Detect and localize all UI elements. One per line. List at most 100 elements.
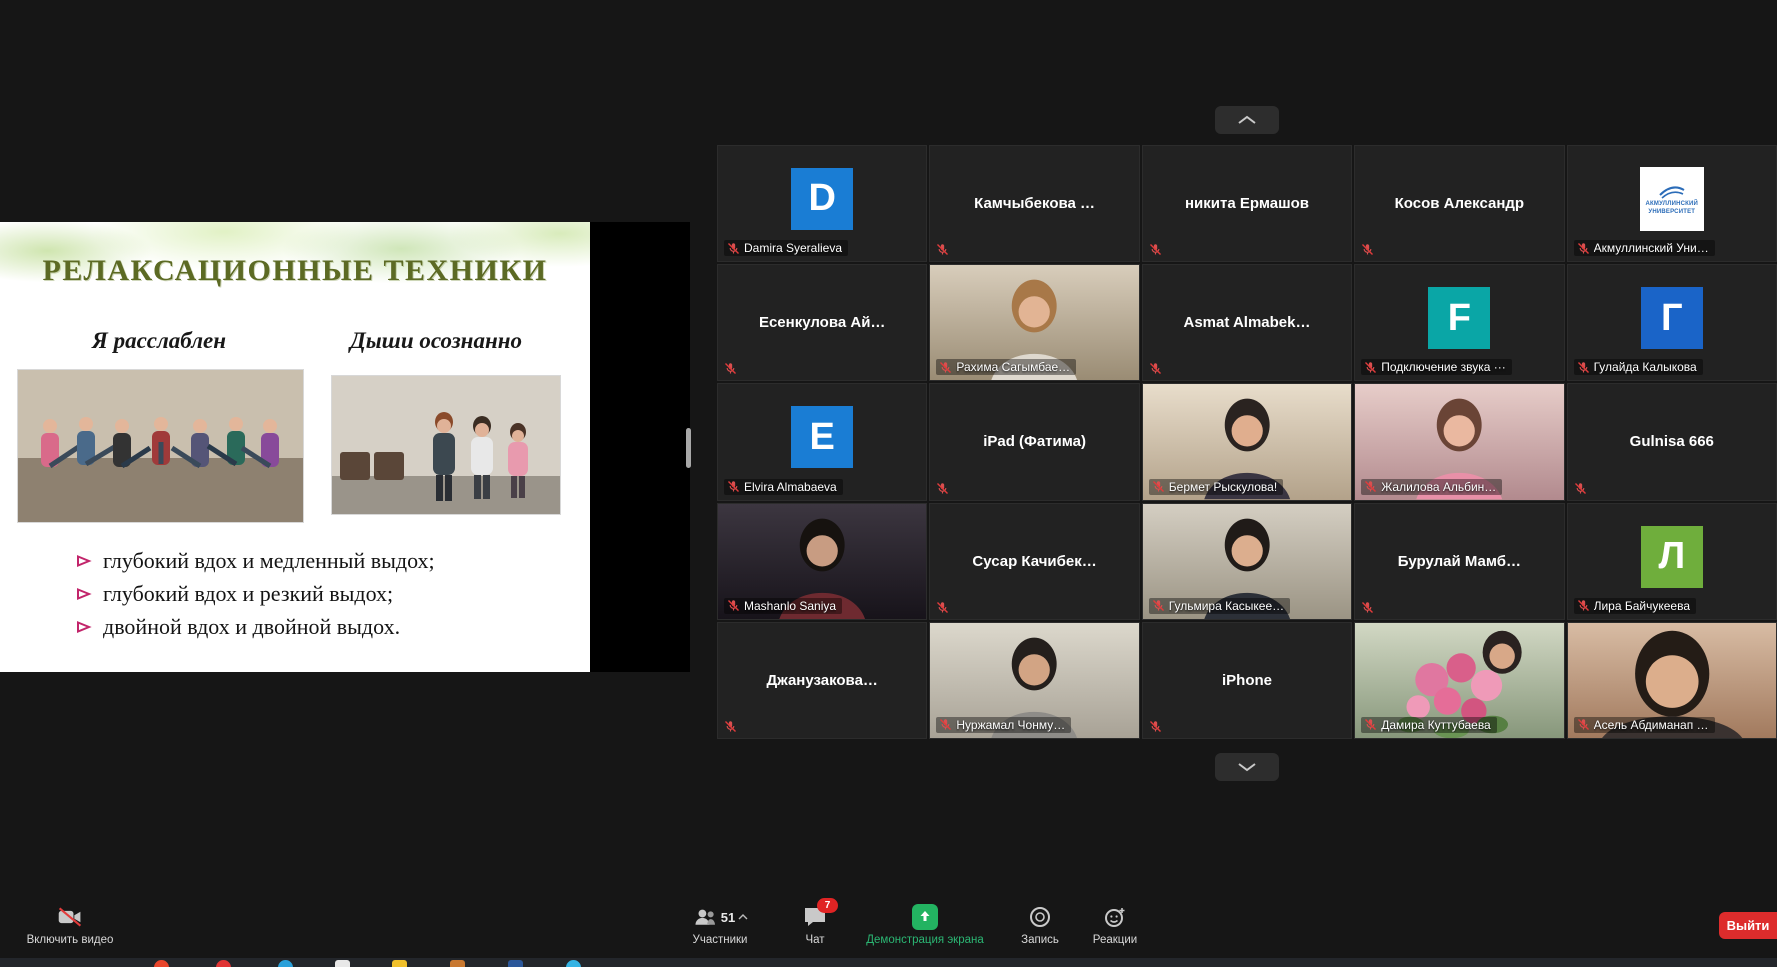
participant-tile[interactable]: Г Гулайда Калыкова bbox=[1567, 264, 1777, 381]
participant-name: Подключение звука ··· bbox=[1381, 360, 1506, 374]
share-screen-button[interactable]: Демонстрация экрана bbox=[845, 902, 1005, 946]
zoom-meeting-window: РЕЛАКСАЦИОННЫЕ ТЕХНИКИ Я расслаблен Дыши… bbox=[0, 0, 1777, 967]
muted-mic-icon bbox=[936, 601, 949, 614]
muted-mic-icon bbox=[1364, 361, 1377, 374]
participant-tile[interactable]: iPad (Фатима) bbox=[929, 383, 1139, 500]
participant-name: Гулайда Калыкова bbox=[1594, 360, 1697, 374]
record-button[interactable]: Запись bbox=[1005, 902, 1075, 946]
participant-tile[interactable]: Нуржамал Чонму… bbox=[929, 622, 1139, 739]
chat-button[interactable]: 7 Чат bbox=[785, 902, 845, 946]
muted-mic-icon bbox=[1577, 242, 1590, 255]
participant-name: Есенкулова Ай… bbox=[718, 265, 926, 380]
taskbar-app-icon[interactable] bbox=[508, 960, 523, 967]
reactions-icon bbox=[1102, 905, 1128, 929]
participant-tile[interactable]: Жалилова Альбин… bbox=[1354, 383, 1564, 500]
participant-name: Рахима Сагымбае… bbox=[956, 360, 1070, 374]
participant-tile[interactable]: Камчыбекова … bbox=[929, 145, 1139, 262]
reactions-button[interactable]: Реакции bbox=[1075, 902, 1155, 946]
participant-tile[interactable]: Рахима Сагымбае… bbox=[929, 264, 1139, 381]
participant-tile[interactable]: никита Ермашов bbox=[1142, 145, 1352, 262]
taskbar-app-icon[interactable] bbox=[216, 960, 231, 967]
panel-resize-handle[interactable] bbox=[686, 428, 691, 468]
gallery-scroll-up-button[interactable] bbox=[1215, 106, 1279, 134]
muted-mic-icon bbox=[1361, 601, 1374, 614]
participant-tile[interactable]: Бурулай Мамб… bbox=[1354, 503, 1564, 620]
muted-mic-icon bbox=[1152, 599, 1165, 612]
participant-tile[interactable]: Джанузакова… bbox=[717, 622, 927, 739]
participant-tile[interactable]: Asmat Almabek… bbox=[1142, 264, 1352, 381]
participant-tile[interactable]: АКМУЛЛИНСКИЙ УНИВЕРСИТЕТ Акмуллинский Ун… bbox=[1567, 145, 1777, 262]
university-logo: АКМУЛЛИНСКИЙ УНИВЕРСИТЕТ bbox=[1640, 167, 1704, 231]
participant-tile[interactable]: E Elvira Almabaeva bbox=[717, 383, 927, 500]
participant-name: Mashanlo Saniya bbox=[744, 599, 836, 613]
windows-taskbar bbox=[0, 958, 1777, 967]
participant-tile[interactable]: D Damira Syeralieva bbox=[717, 145, 927, 262]
start-video-label: Включить видео bbox=[27, 934, 114, 946]
muted-mic-icon bbox=[724, 720, 737, 733]
leave-meeting-button[interactable]: Выйти bbox=[1719, 912, 1777, 939]
bullet-item: двойной вдох и двойной выдох. bbox=[76, 610, 435, 643]
participant-name: Elvira Almabaeva bbox=[744, 480, 837, 494]
participant-name: Gulnisa 666 bbox=[1568, 384, 1776, 499]
muted-mic-icon bbox=[936, 482, 949, 495]
participant-name: Лира Байчукеева bbox=[1594, 599, 1690, 613]
chevron-up-icon bbox=[1237, 115, 1257, 125]
letter-avatar: E bbox=[791, 406, 853, 468]
participants-count: 51 bbox=[721, 910, 735, 925]
bullet-item: глубокий вдох и резкий выдох; bbox=[76, 577, 435, 610]
record-label: Запись bbox=[1021, 934, 1059, 946]
muted-mic-icon bbox=[939, 718, 952, 731]
muted-mic-icon bbox=[1149, 362, 1162, 375]
participant-tile[interactable]: Mashanlo Saniya bbox=[717, 503, 927, 620]
participant-tile[interactable]: iPhone bbox=[1142, 622, 1352, 739]
chevron-down-icon bbox=[1237, 762, 1257, 772]
participant-tile[interactable]: Л Лира Байчукеева bbox=[1567, 503, 1777, 620]
participant-gallery: D Damira Syeralieva Камчыбекова … никита… bbox=[717, 145, 1777, 739]
logo-text: АКМУЛЛИНСКИЙ bbox=[1645, 201, 1698, 208]
participant-tile[interactable]: Бермет Рыскулова! bbox=[1142, 383, 1352, 500]
participant-tile[interactable]: Gulnisa 666 bbox=[1567, 383, 1777, 500]
bullet-text: глубокий вдох и медленный выдох; bbox=[103, 548, 435, 574]
participant-tile[interactable]: Асель Абдиманап … bbox=[1567, 622, 1777, 739]
slide-left-heading: Я расслаблен bbox=[34, 328, 284, 354]
participant-name: Сусар Качибек… bbox=[930, 504, 1138, 619]
participant-tile[interactable]: Гульмира Касыкее… bbox=[1142, 503, 1352, 620]
camera-off-icon bbox=[57, 905, 83, 929]
bullet-text: двойной вдох и двойной выдох. bbox=[103, 614, 400, 640]
start-video-button[interactable]: Включить видео bbox=[10, 902, 130, 946]
participants-button[interactable]: 51 Участники bbox=[655, 902, 785, 946]
taskbar-app-icon[interactable] bbox=[566, 960, 581, 967]
muted-mic-icon bbox=[1149, 720, 1162, 733]
muted-mic-icon bbox=[1577, 361, 1590, 374]
participant-name: Асель Абдиманап … bbox=[1594, 718, 1709, 732]
participant-name: Бурулай Мамб… bbox=[1355, 504, 1563, 619]
participant-name: Камчыбекова … bbox=[930, 146, 1138, 261]
meeting-toolbar: Включить видео 51 Участники 7 Чат Демонс… bbox=[0, 898, 1777, 958]
chat-label: Чат bbox=[805, 934, 824, 946]
muted-mic-icon bbox=[1574, 482, 1587, 495]
taskbar-app-icon[interactable] bbox=[278, 960, 293, 967]
bullet-item: глубокий вдох и медленный выдох; bbox=[76, 544, 435, 577]
participant-name: Бермет Рыскулова! bbox=[1169, 480, 1277, 494]
taskbar-app-icon[interactable] bbox=[450, 960, 465, 967]
participant-tile[interactable]: F Подключение звука ··· bbox=[1354, 264, 1564, 381]
participant-tile[interactable]: Дамира Куттубаева bbox=[1354, 622, 1564, 739]
participant-name: Акмуллинский Уни… bbox=[1594, 241, 1709, 255]
participant-tile[interactable]: Косов Александр bbox=[1354, 145, 1564, 262]
muted-mic-icon bbox=[1152, 480, 1165, 493]
participant-tile[interactable]: Есенкулова Ай… bbox=[717, 264, 927, 381]
taskbar-app-icon[interactable] bbox=[335, 960, 350, 967]
participants-icon bbox=[692, 905, 718, 929]
participant-name: Damira Syeralieva bbox=[744, 241, 842, 255]
muted-mic-icon bbox=[724, 362, 737, 375]
participant-tile[interactable]: Сусар Качибек… bbox=[929, 503, 1139, 620]
letter-avatar: D bbox=[791, 168, 853, 230]
participant-name: iPhone bbox=[1143, 623, 1351, 738]
gallery-scroll-down-button[interactable] bbox=[1215, 753, 1279, 781]
muted-mic-icon bbox=[727, 480, 740, 493]
muted-mic-icon bbox=[727, 599, 740, 612]
taskbar-app-icon[interactable] bbox=[392, 960, 407, 967]
share-screen-label: Демонстрация экрана bbox=[866, 934, 984, 946]
presentation-slide: РЕЛАКСАЦИОННЫЕ ТЕХНИКИ Я расслаблен Дыши… bbox=[0, 222, 590, 672]
taskbar-app-icon[interactable] bbox=[154, 960, 169, 967]
